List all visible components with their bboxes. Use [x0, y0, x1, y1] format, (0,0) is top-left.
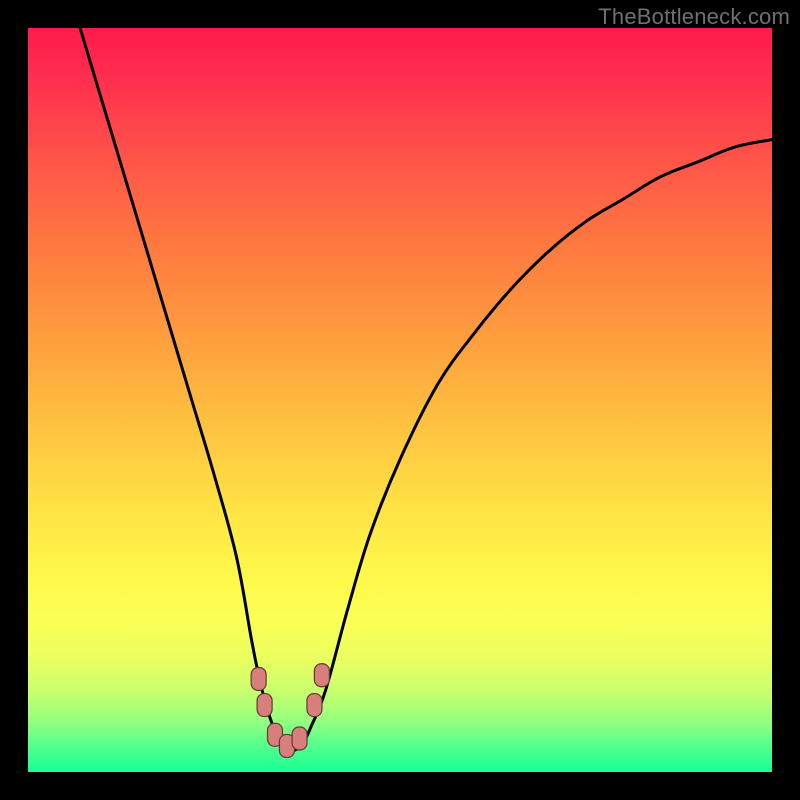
chart-container: TheBottleneck.com [0, 0, 800, 800]
curve-marker [251, 668, 266, 691]
curve-marker [307, 694, 322, 717]
curve-layer [28, 28, 772, 772]
curve-marker [292, 727, 307, 750]
curve-marker [257, 694, 272, 717]
watermark-text: TheBottleneck.com [598, 4, 790, 30]
bottleneck-curve [80, 28, 772, 751]
curve-marker [314, 664, 329, 687]
